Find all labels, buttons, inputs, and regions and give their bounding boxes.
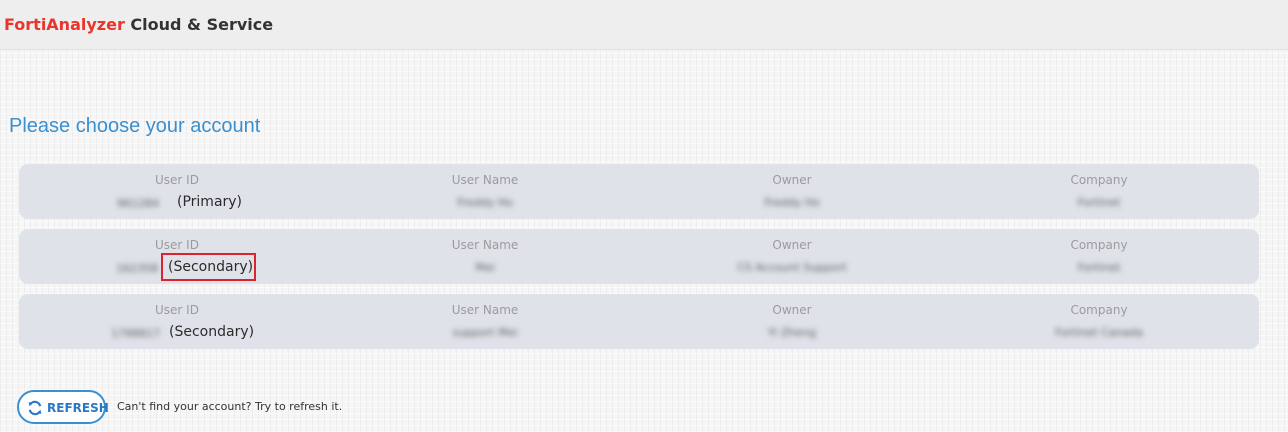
company-label: Company	[1070, 303, 1128, 317]
user-id-label: User ID	[155, 238, 199, 252]
company-column: Company Fortinet Canada	[944, 294, 1254, 349]
user-name-label: User Name	[451, 303, 519, 317]
refresh-button[interactable]: REFRESH	[17, 390, 109, 424]
brand-product-name: FortiAnalyzer	[4, 15, 125, 34]
user-name-value: Mei	[475, 261, 495, 274]
owner-label: Owner	[772, 303, 812, 317]
refresh-button-label: REFRESH	[47, 401, 109, 415]
app-brand: FortiAnalyzer Cloud & Service	[4, 15, 273, 34]
user-id-value: 162358	[116, 262, 158, 275]
refresh-icon	[28, 400, 42, 416]
user-id-value: 961284	[117, 197, 159, 210]
user-name-column: User Name Freddy Ho	[330, 164, 640, 219]
account-row-secondary-2[interactable]: User ID 1798817 (Secondary) User Name su…	[19, 294, 1259, 349]
owner-column: Owner Freddy Ho	[637, 164, 947, 219]
company-value: Fortinet	[1077, 196, 1121, 209]
account-role: (Secondary)	[169, 324, 255, 340]
account-role: (Primary)	[177, 194, 243, 210]
user-id-label: User ID	[155, 173, 199, 187]
company-value: Fortinet	[1077, 261, 1121, 274]
user-id-label: User ID	[155, 303, 199, 317]
company-column: Company Fortinet	[944, 229, 1254, 284]
user-name-label: User Name	[451, 173, 519, 187]
company-value: Fortinet Canada	[1055, 326, 1143, 339]
user-id-column: User ID	[22, 294, 332, 349]
owner-label: Owner	[772, 238, 812, 252]
account-row-primary[interactable]: User ID 961284 (Primary) User Name Fredd…	[19, 164, 1259, 219]
owner-value: Freddy Ho	[764, 196, 820, 209]
user-name-value: Freddy Ho	[457, 196, 513, 209]
company-column: Company Fortinet	[944, 164, 1254, 219]
user-id-value: 1798817	[111, 327, 160, 340]
company-label: Company	[1070, 173, 1128, 187]
user-id-column: User ID	[22, 164, 332, 219]
owner-value: CS Account Support	[737, 261, 847, 274]
user-name-column: User Name support Mei	[330, 294, 640, 349]
owner-value: Yi Zheng	[767, 326, 817, 339]
company-label: Company	[1070, 238, 1128, 252]
top-header-bar: FortiAnalyzer Cloud & Service	[0, 0, 1288, 50]
secondary-role-highlight	[161, 253, 256, 281]
user-name-label: User Name	[451, 238, 519, 252]
page-title: Please choose your account	[9, 115, 261, 137]
user-name-value: support Mei	[452, 326, 518, 339]
owner-column: Owner CS Account Support	[637, 229, 947, 284]
user-name-column: User Name Mei	[330, 229, 640, 284]
refresh-help-text: Can't find your account? Try to refresh …	[117, 400, 343, 413]
owner-column: Owner Yi Zheng	[637, 294, 947, 349]
owner-label: Owner	[772, 173, 812, 187]
brand-suffix: Cloud & Service	[130, 15, 274, 34]
